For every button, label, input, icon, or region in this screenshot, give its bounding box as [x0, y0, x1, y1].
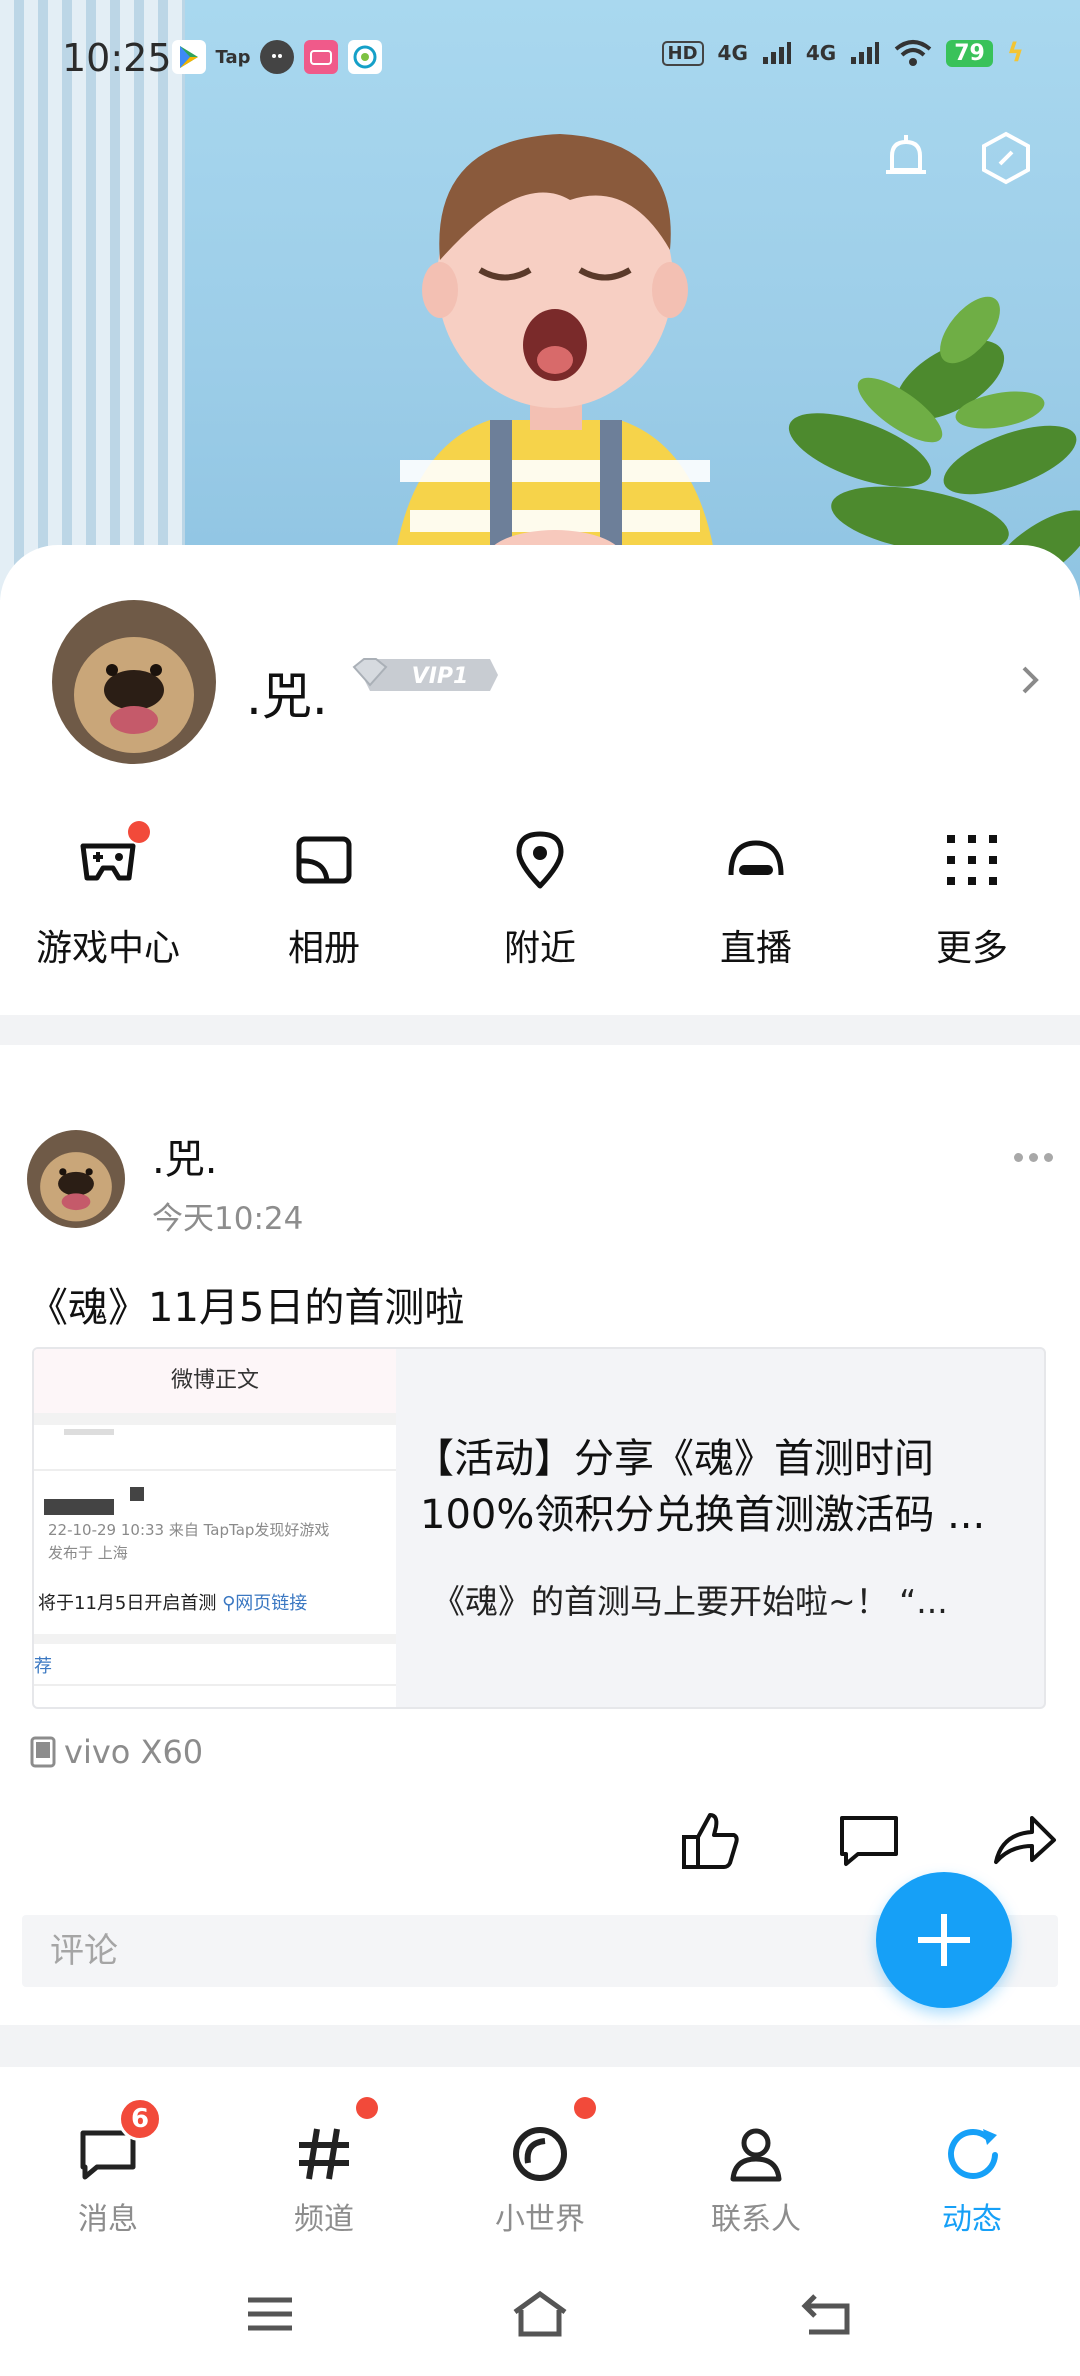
profile-nickname[interactable]: .兕. — [246, 657, 328, 729]
system-navigation-bar — [0, 2252, 1080, 2376]
status-app-icons: Tap — [172, 40, 382, 74]
taptap-icon: Tap — [215, 46, 251, 68]
shortcut-more[interactable]: 更多 — [864, 825, 1080, 985]
section-divider-2 — [0, 2025, 1080, 2067]
link-card-description: 《魂》的首测马上要开始啦~！ “... — [432, 1582, 948, 1621]
tab-label: 联系人 — [711, 2202, 801, 2237]
hexagon-settings-icon[interactable] — [976, 128, 1036, 188]
post-author-avatar[interactable] — [27, 1130, 125, 1228]
shortcut-label: 游戏中心 — [35, 928, 180, 969]
profile-cover[interactable]: 10:25 Tap HD 4G 4G 79 ϟ — [0, 0, 1080, 600]
home-icon[interactable] — [510, 2284, 570, 2344]
post-text: 《魂》11月5日的首测啦 — [28, 1285, 465, 1331]
status-time: 10:25 — [62, 36, 172, 80]
channels-dot — [356, 2097, 378, 2119]
shortcut-live[interactable]: 直播 — [648, 825, 864, 985]
device-name: vivo X60 — [64, 1733, 204, 1771]
signal-4g-icon-2: 4G — [805, 41, 837, 65]
bilibili-icon — [304, 40, 338, 74]
tab-label: 消息 — [78, 2202, 138, 2237]
shortcut-album[interactable]: 相册 — [216, 825, 432, 985]
qq-penguin-icon — [260, 40, 294, 74]
small-world-icon — [508, 2122, 572, 2186]
feed-refresh-icon — [940, 2122, 1004, 2186]
tab-messages[interactable]: 6 消息 — [0, 2067, 216, 2252]
shortcut-label: 直播 — [719, 928, 792, 969]
post-timestamp: 今天10:24 — [152, 1201, 304, 1237]
charging-icon: ϟ — [1006, 38, 1024, 68]
hashtag-icon — [292, 2122, 356, 2186]
game-center-dot — [128, 821, 150, 843]
tab-feed[interactable]: 动态 — [864, 2067, 1080, 2252]
bell-icon[interactable] — [876, 128, 936, 188]
shared-link-card[interactable]: 微博正文 22-10-29 10:33 来自 TapTap发现好游戏 发布于 上… — [32, 1347, 1046, 1709]
hd-voice-indicator: HD — [661, 40, 704, 66]
post-device: vivo X60 — [30, 1733, 203, 1771]
message-count-badge: 6 — [118, 2097, 162, 2141]
status-indicators: HD 4G 4G 79 ϟ — [661, 38, 1024, 68]
bottom-tab-bar: 6 消息 频道 小世界 联系人 动态 — [0, 2067, 1080, 2252]
tab-contacts[interactable]: 联系人 — [648, 2067, 864, 2252]
china-mobile-icon — [348, 40, 382, 74]
profile-shortcuts: 游戏中心 相册 附近 直播 更多 — [0, 821, 1080, 985]
thumbnail-meta: 22-10-29 10:33 来自 TapTap发现好游戏 发布于 上海 — [48, 1521, 330, 1562]
section-divider — [0, 1015, 1080, 1045]
more-options-icon[interactable] — [1014, 1145, 1058, 1169]
profile-card: .兕. VIP1 游戏中心 相册 附近 直播 更多 — [0, 545, 1080, 1015]
post-author-name[interactable]: .兕. — [152, 1127, 217, 1185]
thumbnail-header: 微博正文 — [34, 1349, 396, 1413]
link-card-title-line1: 【活动】分享《魂》首测时间 — [414, 1436, 934, 1482]
cover-cartoon-character — [390, 134, 720, 600]
battery-level: 79 — [946, 39, 993, 67]
plus-icon — [918, 1914, 970, 1966]
comment-icon[interactable] — [834, 1805, 904, 1875]
status-bar: 10:25 Tap HD 4G 4G 79 ϟ — [0, 0, 1080, 116]
add-post-button[interactable] — [876, 1872, 1012, 2008]
like-icon[interactable] — [676, 1805, 746, 1875]
tab-channels[interactable]: 频道 — [216, 2067, 432, 2252]
thumbnail-text: 将于11月5日开启首测 ⚲网页链接 — [38, 1593, 308, 1614]
tab-label: 频道 — [294, 2202, 354, 2237]
share-icon[interactable] — [990, 1805, 1060, 1875]
signal-bars-icon — [762, 42, 791, 64]
phone-icon — [30, 1736, 56, 1768]
menu-icon[interactable] — [240, 2284, 300, 2344]
shortcut-label: 附近 — [503, 928, 576, 969]
small-world-dot — [574, 2097, 596, 2119]
link-card-title-line2: 100%领积分兑换首测激活码 ... — [420, 1492, 986, 1538]
chevron-right-icon[interactable] — [1010, 658, 1050, 702]
live-icon — [721, 825, 791, 895]
profile-avatar[interactable] — [52, 600, 216, 764]
google-play-icon — [172, 40, 206, 74]
signal-4g-icon: 4G — [717, 41, 748, 65]
link-card-thumbnail: 微博正文 22-10-29 10:33 来自 TapTap发现好游戏 发布于 上… — [34, 1349, 396, 1707]
location-pin-icon — [505, 825, 575, 895]
tab-small-world[interactable]: 小世界 — [432, 2067, 648, 2252]
wifi-icon — [894, 40, 932, 66]
vip-badge-label: VIP1 — [412, 664, 469, 689]
tab-label: 小世界 — [495, 2202, 585, 2237]
grid-dots-icon — [937, 825, 1007, 895]
contacts-icon — [724, 2122, 788, 2186]
album-icon — [289, 825, 359, 895]
shortcut-nearby[interactable]: 附近 — [432, 825, 648, 985]
shortcut-game-center[interactable]: 游戏中心 — [0, 821, 216, 985]
vip-badge[interactable]: VIP1 — [350, 655, 498, 695]
tab-label: 动态 — [942, 2202, 1002, 2237]
back-icon[interactable] — [796, 2284, 856, 2344]
signal-bars-icon-2 — [851, 42, 880, 64]
shortcut-label: 更多 — [935, 928, 1008, 969]
shortcut-label: 相册 — [287, 928, 360, 969]
